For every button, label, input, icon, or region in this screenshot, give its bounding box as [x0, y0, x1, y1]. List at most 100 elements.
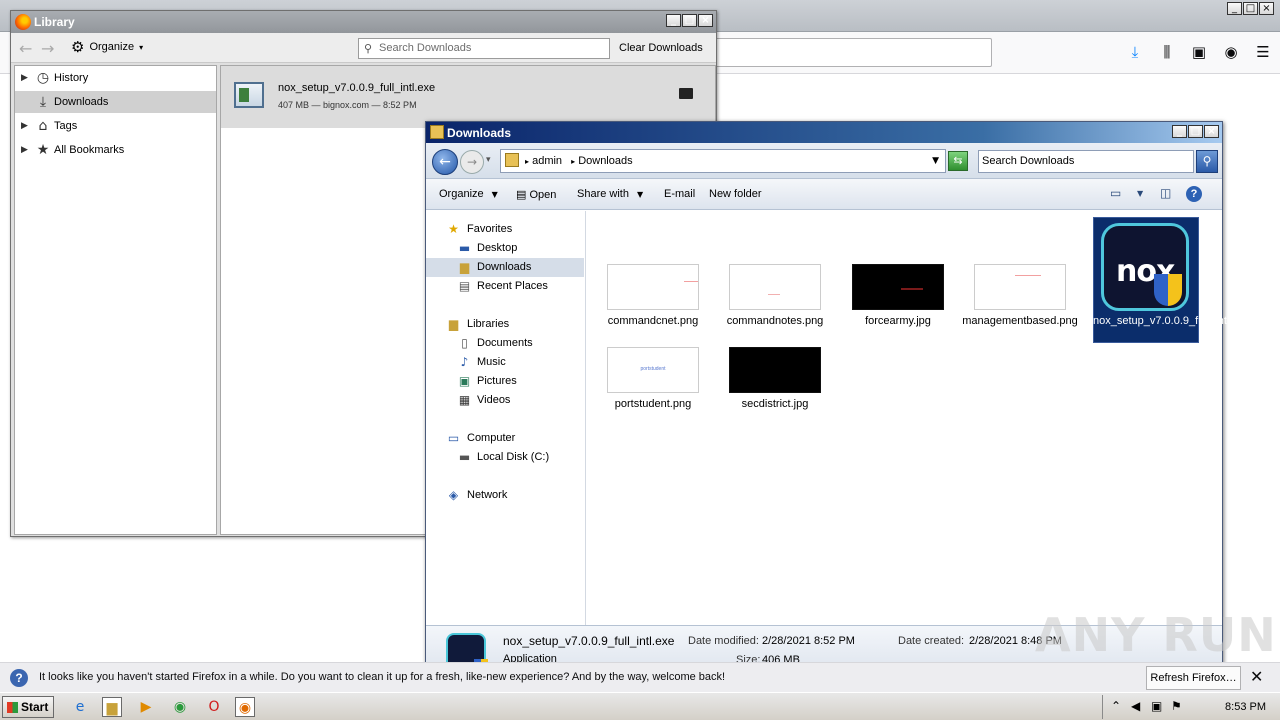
minimize-button[interactable]: _	[1227, 2, 1242, 15]
url-bar[interactable]	[708, 38, 992, 67]
tree-item-label: All Bookmarks	[54, 144, 125, 156]
back-arrow-icon[interactable]: ←	[19, 39, 32, 58]
file-item[interactable]: secdistrict.jpg	[710, 294, 821, 410]
expand-arrow-icon[interactable]: ▶	[21, 139, 28, 161]
close-button[interactable]: ×	[698, 14, 713, 27]
library-search-input[interactable]: ⚲ Search Downloads	[358, 38, 610, 59]
share-with-button[interactable]: Share with ▼	[577, 188, 643, 200]
nav-local-disk[interactable]: ▬ Local Disk (C:)	[426, 448, 584, 467]
new-folder-button[interactable]: New folder	[709, 188, 762, 200]
internet-explorer-icon[interactable]: e	[70, 697, 90, 717]
nav-libraries[interactable]: ▆ Libraries	[426, 315, 584, 334]
nav-pictures[interactable]: ▣ Pictures	[426, 372, 584, 391]
expand-arrow-icon[interactable]: ▶	[21, 115, 28, 137]
download-item[interactable]: nox_setup_v7.0.0.9_full_intl.exe 407 MB …	[221, 66, 715, 128]
help-icon[interactable]: ?	[1186, 186, 1202, 202]
file-item-selected[interactable]: nox nox_setup_v7.0.0.9_full_intl.exe	[1077, 211, 1250, 343]
show-hidden-icons-icon[interactable]: ⌃	[1111, 699, 1121, 713]
firefox-taskbar-icon[interactable]: ◉	[235, 697, 255, 717]
star-icon: ★	[448, 222, 459, 236]
volume-icon[interactable]: ◀	[1131, 699, 1140, 713]
minimize-button[interactable]: _	[1172, 125, 1187, 138]
nav-videos[interactable]: ▦ Videos	[426, 391, 584, 410]
file-item[interactable]: commandcnet.png	[588, 211, 699, 327]
minimize-button[interactable]: _	[666, 14, 681, 27]
forward-button[interactable]: →	[460, 150, 484, 174]
download-meta: 407 MB — bignox.com — 8:52 PM	[278, 100, 417, 110]
file-item[interactable]: portstudent portstudent.png	[588, 294, 699, 410]
back-button[interactable]: ←	[432, 149, 458, 175]
menu-icon[interactable]: ☰	[1254, 42, 1272, 62]
network-tray-icon[interactable]: ▣	[1151, 699, 1162, 713]
action-center-flag-icon[interactable]: ⚑	[1171, 699, 1182, 713]
address-box[interactable]: ▸ admin ▸ Downloads ▼	[500, 149, 946, 173]
file-item[interactable]: managementbased.png	[955, 211, 1078, 327]
tree-item-downloads[interactable]: ⤓ Downloads	[15, 91, 216, 113]
nav-label: Documents	[477, 337, 533, 349]
clear-downloads-button[interactable]: Clear Downloads	[619, 42, 703, 54]
nav-computer[interactable]: ▭ Computer	[426, 429, 584, 448]
maximize-button[interactable]: □	[1188, 125, 1203, 138]
start-button[interactable]: Start	[2, 696, 54, 718]
chevron-down-icon: ▼	[491, 190, 498, 199]
address-dropdown-icon[interactable]: ▼	[932, 150, 939, 172]
nav-desktop[interactable]: ▬ Desktop	[426, 239, 584, 258]
disk-icon: ▬	[458, 450, 471, 464]
file-item[interactable]: forcearmy.jpg	[833, 211, 944, 327]
tree-item-all-bookmarks[interactable]: ▶ ★ All Bookmarks	[15, 139, 216, 161]
executable-file-icon	[234, 82, 264, 108]
tree-item-history[interactable]: ▶ ◷ History	[15, 67, 216, 89]
nox-app-icon: nox	[1101, 223, 1189, 311]
date-modified-label: Date modified:	[688, 635, 759, 647]
preview-pane-icon[interactable]: ◫	[1160, 186, 1171, 200]
organize-menu[interactable]: ⚙ Organize ▾	[71, 40, 143, 55]
opera-icon[interactable]: O	[204, 697, 224, 717]
nav-downloads[interactable]: ▆ Downloads	[426, 258, 584, 277]
nav-label: Recent Places	[477, 280, 548, 292]
organize-button[interactable]: Organize ▼	[439, 188, 498, 200]
breadcrumb-admin[interactable]: admin	[532, 155, 562, 167]
email-button[interactable]: E-mail	[664, 188, 695, 200]
clock[interactable]: 8:53 PM	[1225, 701, 1266, 713]
sidebar-icon[interactable]: ▣	[1190, 42, 1208, 62]
change-view-icon[interactable]: ▭	[1110, 186, 1121, 200]
notification-text: It looks like you haven't started Firefo…	[39, 671, 726, 683]
forward-arrow-icon[interactable]: →	[41, 39, 54, 58]
recent-pages-dropdown-icon[interactable]: ▾	[486, 155, 491, 165]
folder-icon	[505, 153, 519, 167]
anyrun-watermark: ANY RUN	[1035, 608, 1277, 662]
nav-music[interactable]: ♪ Music	[426, 353, 584, 372]
close-button[interactable]: ×	[1204, 125, 1219, 138]
refresh-firefox-button[interactable]: Refresh Firefox…	[1146, 666, 1241, 690]
media-player-icon[interactable]: ▶	[136, 697, 156, 717]
view-dropdown-icon[interactable]: ▼	[1137, 189, 1143, 198]
nav-recent-places[interactable]: ▤ Recent Places	[426, 277, 584, 296]
maximize-button[interactable]: □	[1243, 2, 1258, 15]
chrome-icon[interactable]: ◉	[170, 697, 190, 717]
image-thumbnail	[852, 264, 944, 310]
explorer-taskbar-icon[interactable]: ▆	[102, 697, 122, 717]
download-icon[interactable]: ⤓	[1126, 42, 1144, 62]
refresh-button[interactable]: ⇆	[948, 151, 968, 171]
command-bar: Organize ▼ ▤ Open Share with ▼ E-mail New …	[426, 179, 1222, 210]
library-icon[interactable]: ⫼	[1158, 42, 1176, 62]
downloads-folder-icon: ▆	[459, 260, 470, 274]
close-icon[interactable]: ✕	[1250, 667, 1263, 686]
nav-network[interactable]: ◈ Network	[426, 486, 584, 505]
expand-arrow-icon[interactable]: ▶	[21, 67, 28, 89]
explorer-search-input[interactable]: Search Downloads	[978, 150, 1194, 173]
nav-documents[interactable]: ▯ Documents	[426, 334, 584, 353]
nav-favorites[interactable]: ★ Favorites	[426, 220, 584, 239]
search-icon[interactable]: ⚲	[1196, 150, 1218, 173]
breadcrumb-downloads[interactable]: Downloads	[578, 155, 632, 167]
explorer-window-buttons: _ □ ×	[1172, 125, 1219, 138]
maximize-button[interactable]: □	[682, 14, 697, 27]
open-button[interactable]: ▤ Open	[516, 188, 556, 201]
tree-item-tags[interactable]: ▶ ⌂ Tags	[15, 115, 216, 137]
library-toolbar: ← → ⚙ Organize ▾ ⚲ Search Downloads Clea…	[11, 33, 716, 63]
close-button[interactable]: ×	[1259, 2, 1274, 15]
open-folder-icon[interactable]	[679, 88, 693, 99]
file-item[interactable]: commandnotes.png	[710, 211, 823, 327]
file-name: nox_setup_v7.0.0.9_full_intl.exe	[1093, 315, 1251, 327]
account-icon[interactable]: ◉	[1222, 42, 1240, 62]
